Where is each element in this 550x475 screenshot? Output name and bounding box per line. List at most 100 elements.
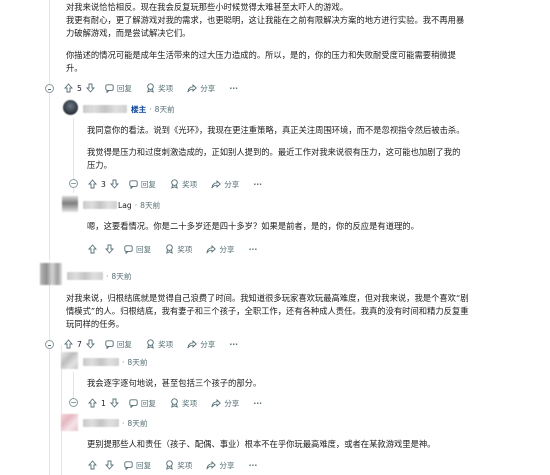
downvote-icon[interactable] (85, 83, 95, 93)
comment-body-line: 我会逐字逐句地说，甚至包括三个孩子的部分。 (87, 378, 262, 388)
reply-button[interactable]: 回复 (129, 179, 156, 190)
username-suffix[interactable]: Lag (118, 201, 132, 210)
share-icon (187, 83, 198, 92)
reply-icon (129, 179, 138, 189)
share-icon (211, 398, 222, 407)
share-icon (211, 179, 222, 188)
reply-button[interactable]: 回复 (124, 244, 151, 255)
avatar[interactable] (40, 263, 62, 285)
comment-action-bar: 3 回复 奖项 分享 ··· (88, 177, 276, 191)
share-button[interactable]: 分享 (206, 460, 235, 471)
award-icon (171, 398, 178, 408)
more-options-button[interactable]: ··· (249, 245, 258, 254)
thread-line (49, 262, 50, 475)
upvote-icon[interactable] (88, 179, 97, 189)
reply-button[interactable]: 回复 (105, 339, 132, 350)
more-options-button[interactable]: ··· (253, 399, 262, 408)
comment-action-bar: 5 回复 奖项 分享 ··· (64, 81, 252, 95)
comment-body-line: 对我来说，归根结底就是觉得自己浪费了时间。我知道很多玩家喜欢玩最高难度，但对我来… (66, 293, 469, 303)
share-icon (206, 244, 217, 253)
avatar[interactable] (61, 352, 78, 369)
reply-button[interactable]: 回复 (105, 83, 132, 94)
username-redacted[interactable] (83, 358, 119, 366)
comment-time[interactable]: 8天前 (155, 104, 175, 115)
comment-body-line: 升。 (66, 63, 83, 73)
comment-body-line: 我觉得是压力和过度刺激造成的，正如别人提到的。最近工作对我来说很有压力，这可能也… (87, 147, 461, 157)
downvote-icon[interactable] (109, 179, 119, 189)
vote-group: 3 (88, 179, 119, 189)
avatar[interactable] (63, 100, 78, 115)
share-button[interactable]: 分享 (211, 179, 239, 190)
comment-time[interactable]: 8天前 (140, 200, 160, 211)
reply-icon (129, 398, 138, 408)
award-button[interactable]: 奖项 (170, 179, 197, 190)
username-redacted[interactable] (83, 201, 117, 209)
thread-line (49, 0, 50, 260)
award-icon (147, 339, 154, 349)
collapse-thread-button[interactable] (45, 84, 54, 93)
comment-time[interactable]: 8天前 (127, 357, 147, 368)
upvote-icon[interactable] (88, 244, 97, 254)
comment-body-line: 玩同样的任务。 (66, 319, 125, 329)
reply-icon (105, 339, 114, 349)
avatar[interactable] (62, 196, 78, 212)
comment-time[interactable]: 8天前 (111, 271, 131, 282)
upvote-icon[interactable] (88, 460, 97, 470)
comment-action-bar: 7 回复 奖项 分享 ··· (64, 337, 252, 351)
op-badge: 楼主 (131, 104, 147, 114)
vote-group: 7 (64, 339, 95, 349)
award-icon (171, 179, 178, 189)
share-icon (187, 339, 198, 348)
vote-group (88, 244, 114, 254)
vote-count: 5 (77, 83, 82, 93)
collapse-thread-button[interactable] (45, 340, 54, 349)
comment-meta: · 8天前 (83, 417, 147, 429)
reply-button[interactable]: 回复 (129, 398, 156, 409)
share-icon (206, 460, 217, 469)
more-options-button[interactable]: ··· (249, 461, 258, 470)
award-button[interactable]: 奖项 (146, 83, 173, 94)
upvote-icon[interactable] (88, 398, 97, 408)
expand-replies-button[interactable]: − (69, 179, 78, 188)
vote-group (88, 460, 114, 470)
award-button[interactable]: 奖项 (165, 244, 192, 255)
reply-button[interactable]: 回复 (124, 460, 151, 471)
comment-body-line: 压力。 (87, 160, 112, 170)
comment-meta: 楼主 · 8天前 (83, 103, 175, 115)
upvote-icon[interactable] (64, 339, 73, 349)
comment-meta: Lag · 8天前 (83, 199, 160, 211)
vote-count: 3 (101, 179, 106, 189)
username-redacted[interactable] (83, 419, 119, 427)
more-options-button[interactable]: ··· (229, 340, 238, 349)
avatar[interactable] (61, 414, 78, 431)
downvote-icon[interactable] (85, 339, 95, 349)
vote-group: 1 (88, 398, 119, 408)
share-button[interactable]: 分享 (211, 398, 239, 409)
award-icon (166, 244, 174, 254)
downvote-icon[interactable] (109, 398, 119, 408)
more-options-button[interactable]: ··· (229, 84, 238, 93)
username-redacted[interactable] (67, 272, 103, 280)
comment-body-line: 更别提那些人和责任（孩子、配偶、事业）根本不在乎你玩最高难度，或者在某款游戏里是… (87, 439, 436, 449)
award-button[interactable]: 奖项 (165, 460, 192, 471)
share-button[interactable]: 分享 (187, 339, 215, 350)
comment-body-line: 我更有耐心，更了解游戏对我的需求，也更聪明，这让我能在之前有限解决方案的地方进行… (66, 15, 465, 25)
comment-meta: · 8天前 (67, 270, 131, 282)
reply-icon (105, 83, 114, 93)
award-icon (147, 83, 154, 93)
expand-replies-button[interactable]: − (69, 398, 78, 407)
vote-group: 5 (64, 83, 95, 93)
share-button[interactable]: 分享 (187, 83, 215, 94)
reply-icon (124, 244, 133, 254)
award-button[interactable]: 奖项 (146, 339, 173, 350)
username-redacted[interactable] (83, 105, 127, 113)
award-button[interactable]: 奖项 (170, 398, 197, 409)
downvote-icon[interactable] (105, 244, 114, 254)
more-options-button[interactable]: ··· (253, 180, 262, 189)
comment-time[interactable]: 8天前 (127, 418, 147, 429)
downvote-icon[interactable] (105, 460, 114, 470)
comment-action-bar: 回复 奖项 分享 ··· (88, 458, 271, 472)
share-button[interactable]: 分享 (206, 244, 235, 255)
comment-action-bar: 回复 奖项 分享 ··· (88, 242, 271, 256)
upvote-icon[interactable] (64, 83, 73, 93)
